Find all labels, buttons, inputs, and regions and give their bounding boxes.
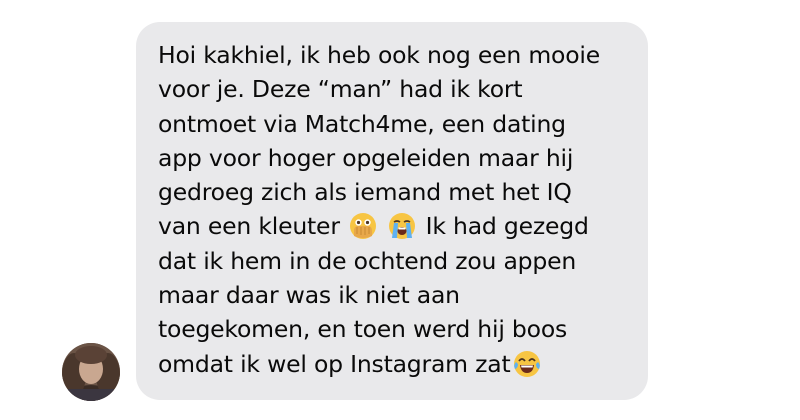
message-fragment: omdat ik wel op Instagram zat (158, 349, 511, 378)
loudly-crying-face-emoji (388, 212, 416, 240)
message-line: gedroeg zich als iemand met het IQ (158, 178, 572, 207)
avatar-photo (62, 343, 120, 401)
message-text: Hoi kakhiel, ik heb ook nog een mooie vo… (158, 38, 630, 381)
message-thread: Hoi kakhiel, ik heb ook nog een mooie vo… (0, 0, 800, 420)
message-fragment: van een kleuter (158, 212, 340, 241)
message-line-with-emojis: van een kleuter Ik had gezegd (158, 209, 630, 243)
message-line: toegekomen, en toen werd hij boos (158, 315, 568, 344)
avatar[interactable] (62, 343, 120, 401)
face-with-open-eyes-and-hand-over-mouth-emoji (349, 212, 377, 240)
message-line: Hoi kakhiel, ik heb ook nog een mooie (158, 41, 600, 69)
message-fragment: Ik had gezegd (425, 212, 589, 241)
message-line: app voor hoger opgeleiden maar hij (158, 143, 574, 172)
message-line-with-emoji: omdat ik wel op Instagram zat (158, 347, 630, 381)
face-with-tears-of-joy-emoji (513, 350, 541, 378)
message-line: voor je. Deze “man” had ik kort (158, 75, 523, 104)
message-line: dat ik hem in de ochtend zou appen (158, 246, 577, 275)
message-bubble[interactable]: Hoi kakhiel, ik heb ook nog een mooie vo… (136, 22, 648, 400)
message-line: maar daar was ik niet aan (158, 281, 460, 310)
message-line: ontmoet via Match4me, een dating (158, 109, 566, 138)
